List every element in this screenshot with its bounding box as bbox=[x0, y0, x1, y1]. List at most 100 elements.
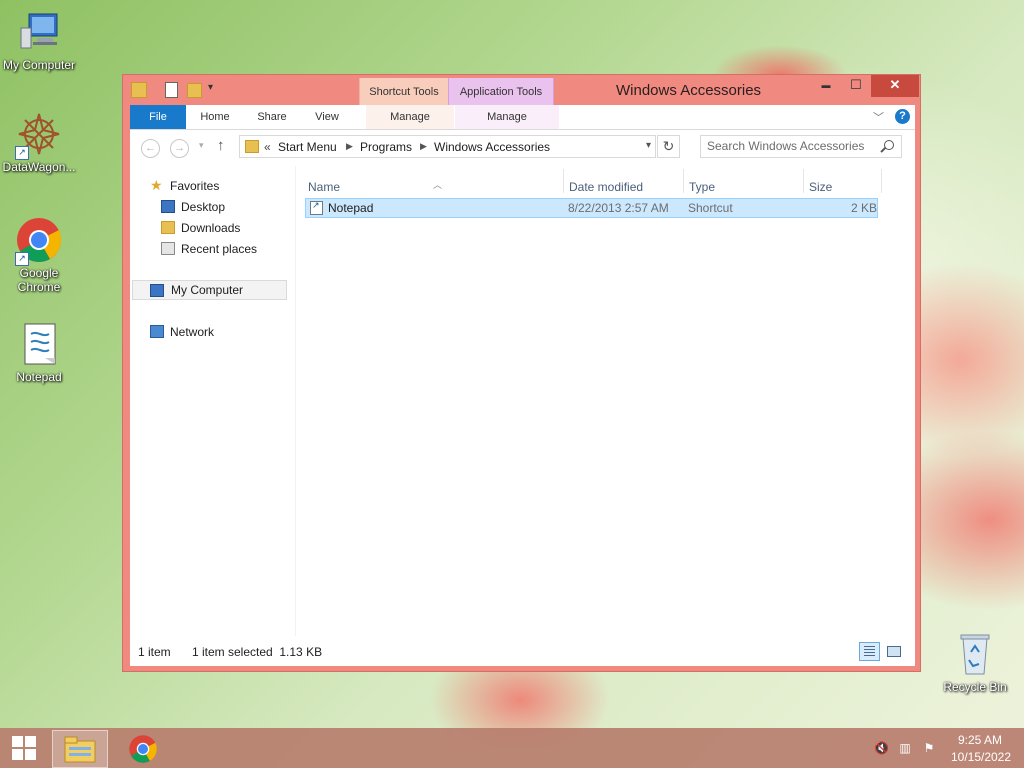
help-icon[interactable]: ? bbox=[895, 109, 910, 124]
navigation-bar: ← → ▾ ↑ « Start Menu ▶ Programs ▶ Window… bbox=[130, 130, 915, 166]
properties-icon[interactable] bbox=[165, 82, 178, 98]
breadcrumb-programs[interactable]: Programs bbox=[360, 140, 412, 154]
folder-icon bbox=[245, 140, 259, 153]
new-folder-icon[interactable] bbox=[187, 83, 202, 98]
breadcrumb-windows-accessories[interactable]: Windows Accessories bbox=[434, 140, 550, 154]
tab-manage-application[interactable]: Manage bbox=[455, 105, 559, 129]
desktop-icon-label: Recycle Bin bbox=[943, 680, 1007, 694]
file-row-notepad[interactable]: Notepad 8/22/2013 2:57 AM Shortcut 2 KB bbox=[305, 198, 878, 218]
up-button[interactable]: ↑ bbox=[217, 137, 225, 154]
nav-item-recent-places[interactable]: Recent places bbox=[161, 239, 291, 259]
desktop-icon-google-chrome[interactable]: ↗ Google Chrome bbox=[0, 216, 81, 294]
quick-access-dropdown-icon[interactable]: ▾ bbox=[208, 82, 213, 100]
tab-home[interactable]: Home bbox=[190, 105, 240, 129]
nav-item-favorites[interactable]: ★ Favorites bbox=[150, 176, 290, 196]
volume-muted-icon[interactable]: 🔇 bbox=[874, 741, 889, 755]
desktop-icon bbox=[161, 200, 175, 213]
breadcrumb-separator-icon[interactable]: ▶ bbox=[346, 141, 353, 152]
datawagon-logo-icon: ↗ bbox=[15, 110, 63, 160]
clock-time[interactable]: 9:25 AM bbox=[950, 733, 1010, 747]
shortcut-arrow-icon: ↗ bbox=[15, 146, 29, 160]
clock-date[interactable]: 10/15/2022 bbox=[946, 750, 1016, 764]
context-tab-application-tools: Application Tools bbox=[448, 78, 554, 105]
recent-locations-dropdown-icon[interactable]: ▾ bbox=[199, 140, 204, 151]
context-tab-shortcut-tools: Shortcut Tools bbox=[359, 78, 449, 105]
shortcut-file-icon bbox=[310, 200, 323, 215]
file-explorer-icon bbox=[64, 736, 96, 763]
desktop-icon-my-computer[interactable]: My Computer bbox=[0, 8, 81, 72]
column-divider[interactable] bbox=[881, 169, 882, 193]
file-type: Shortcut bbox=[688, 201, 733, 215]
expand-ribbon-chevron-icon[interactable]: ﹀ bbox=[873, 109, 884, 125]
address-bar[interactable]: « Start Menu ▶ Programs ▶ Windows Access… bbox=[239, 135, 656, 158]
folder-icon[interactable] bbox=[131, 82, 147, 98]
navigation-pane: ★ Favorites Desktop Downloads Recent pla… bbox=[130, 166, 296, 636]
tab-share[interactable]: Share bbox=[246, 105, 298, 129]
shortcut-arrow-icon: ↗ bbox=[15, 252, 29, 266]
file-list: Name ︿ Date modified Type Size Notepad 8… bbox=[302, 166, 915, 636]
file-name: Notepad bbox=[328, 201, 374, 215]
breadcrumb-separator-icon[interactable]: ▶ bbox=[420, 141, 427, 152]
nav-item-label: Network bbox=[170, 325, 215, 339]
recent-places-icon bbox=[161, 242, 175, 255]
nav-item-label: Recent places bbox=[181, 242, 258, 256]
desktop-icon-datawagon[interactable]: ↗ DataWagon... bbox=[0, 110, 81, 174]
breadcrumb-start-menu[interactable]: Start Menu bbox=[278, 140, 337, 154]
downloads-icon bbox=[161, 221, 175, 234]
nav-item-my-computer[interactable]: My Computer bbox=[132, 280, 287, 300]
action-center-flag-icon[interactable]: ⚑ bbox=[922, 741, 936, 755]
tab-view[interactable]: View bbox=[302, 105, 352, 129]
recycle-bin-icon bbox=[951, 630, 999, 678]
desktop-icon-label: Google Chrome bbox=[17, 266, 61, 294]
computer-icon bbox=[150, 284, 164, 297]
close-button[interactable]: ✕ bbox=[871, 75, 919, 97]
tab-file[interactable]: File bbox=[130, 105, 186, 129]
column-divider[interactable] bbox=[563, 169, 564, 193]
nav-item-downloads[interactable]: Downloads bbox=[161, 218, 291, 238]
minimize-button[interactable]: ▬ bbox=[813, 75, 839, 97]
forward-button[interactable]: → bbox=[170, 139, 189, 158]
column-divider[interactable] bbox=[683, 169, 684, 193]
taskbar-google-chrome[interactable] bbox=[118, 730, 170, 768]
desktop-icon-label: DataWagon... bbox=[2, 160, 76, 174]
computer-icon bbox=[15, 8, 63, 56]
star-icon: ★ bbox=[150, 177, 163, 193]
window-title: Windows Accessories bbox=[616, 82, 762, 99]
chrome-icon bbox=[129, 735, 157, 763]
windows-logo-icon bbox=[12, 736, 23, 747]
content-area: ★ Favorites Desktop Downloads Recent pla… bbox=[130, 166, 915, 666]
ribbon-tab-bar: File Home Share View Manage Manage ﹀ ? bbox=[130, 105, 915, 130]
chrome-icon: ↗ bbox=[15, 216, 63, 266]
nav-item-desktop[interactable]: Desktop bbox=[161, 197, 291, 217]
column-header-date-modified[interactable]: Date modified bbox=[569, 176, 643, 198]
refresh-button[interactable]: ↻ bbox=[657, 135, 680, 158]
windows-logo-icon bbox=[25, 736, 36, 747]
back-button[interactable]: ← bbox=[141, 139, 160, 158]
address-dropdown-icon[interactable]: ▾ bbox=[646, 140, 651, 151]
status-bar: 1 item 1 item selected 1.13 KB bbox=[130, 636, 915, 666]
nav-item-network[interactable]: Network bbox=[150, 322, 290, 342]
search-box[interactable] bbox=[700, 135, 902, 158]
windows-logo-icon bbox=[25, 749, 36, 760]
column-header-type[interactable]: Type bbox=[689, 176, 715, 198]
network-status-icon[interactable]: ▥ bbox=[898, 741, 912, 755]
large-icons-view-button[interactable] bbox=[884, 642, 903, 661]
status-item-count: 1 item bbox=[138, 645, 171, 659]
desktop-icon-notepad[interactable]: Notepad bbox=[0, 320, 81, 384]
column-header-size[interactable]: Size bbox=[809, 176, 832, 198]
column-header-label: Name bbox=[308, 180, 341, 194]
search-icon[interactable] bbox=[884, 140, 894, 150]
title-bar[interactable]: ▾ Shortcut Tools Application Tools Windo… bbox=[123, 75, 920, 105]
notepad-icon bbox=[15, 320, 63, 368]
nav-item-label: Desktop bbox=[181, 200, 226, 214]
column-header-name[interactable]: Name ︿ bbox=[308, 176, 442, 198]
address-overflow[interactable]: « bbox=[264, 140, 271, 154]
column-divider[interactable] bbox=[803, 169, 804, 193]
taskbar-file-explorer[interactable] bbox=[52, 730, 108, 768]
tab-manage-shortcut[interactable]: Manage bbox=[366, 105, 454, 129]
search-input[interactable] bbox=[707, 139, 872, 153]
desktop-icon-recycle-bin[interactable]: Recycle Bin bbox=[933, 630, 1017, 694]
start-button[interactable] bbox=[0, 728, 50, 768]
details-view-button[interactable] bbox=[859, 642, 880, 661]
maximize-button[interactable]: ☐ bbox=[843, 75, 869, 97]
